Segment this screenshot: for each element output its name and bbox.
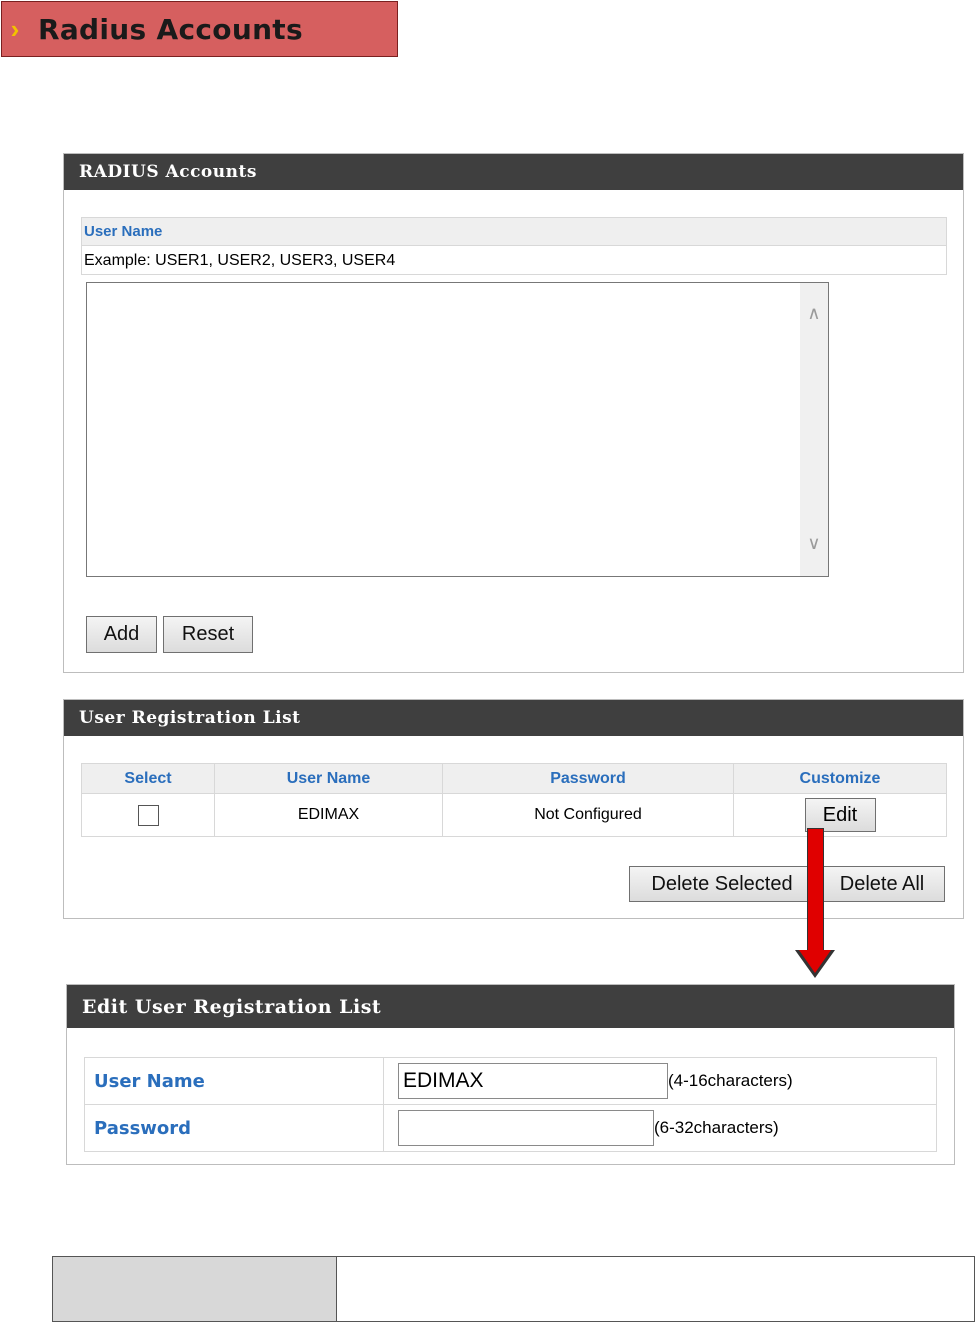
chevron-down-icon[interactable]: ∨ <box>800 533 828 554</box>
password-cell: Not Configured <box>442 793 734 837</box>
chevron-right-icon: › <box>10 13 20 44</box>
username-row: User Name EDIMAX (4-16characters) <box>84 1057 937 1105</box>
arrow-down-icon <box>807 828 824 952</box>
password-input[interactable] <box>398 1110 654 1146</box>
column-user-name: User Name <box>214 763 443 794</box>
registration-table: Select User Name Password Customize EDIM… <box>81 763 947 837</box>
edit-form-table: User Name EDIMAX (4-16characters) Passwor… <box>84 1057 937 1152</box>
table-header-row: Select User Name Password Customize <box>81 763 947 794</box>
username-label: User Name <box>84 1057 384 1105</box>
description-label-cell <box>53 1257 337 1321</box>
description-table <box>52 1256 975 1322</box>
username-hint: (4-16characters) <box>668 1071 793 1090</box>
select-cell <box>81 793 215 837</box>
edit-button[interactable]: Edit <box>804 798 876 832</box>
user-name-cell: EDIMAX <box>214 793 443 837</box>
textarea-scrollbar[interactable]: ∧ ∨ <box>800 283 828 576</box>
password-row: Password (6-32characters) <box>84 1104 937 1152</box>
panel-title: RADIUS Accounts <box>64 154 963 190</box>
arrow-head-fill <box>799 950 831 973</box>
description-value-cell <box>337 1257 974 1321</box>
password-hint: (6-32characters) <box>654 1118 779 1137</box>
panel-title: Edit User Registration List <box>67 985 954 1028</box>
panel-title: User Registration List <box>64 700 963 736</box>
chevron-up-icon[interactable]: ∧ <box>800 303 828 324</box>
usernames-textarea[interactable]: ∧ ∨ <box>86 282 829 577</box>
customize-cell: Edit <box>733 793 947 837</box>
username-header: User Name <box>82 218 946 246</box>
password-label: Password <box>84 1104 384 1152</box>
username-info-box: User Name Example: USER1, USER2, USER3, … <box>81 217 947 275</box>
edit-user-registration-panel: Edit User Registration List User Name ED… <box>66 984 955 1165</box>
username-value-cell: EDIMAX (4-16characters) <box>383 1057 937 1105</box>
column-select: Select <box>81 763 215 794</box>
user-registration-list-panel: User Registration List Select User Name … <box>63 699 964 919</box>
password-value-cell: (6-32characters) <box>383 1104 937 1152</box>
username-example: Example: USER1, USER2, USER3, USER4 <box>84 252 396 269</box>
radius-accounts-panel: RADIUS Accounts User Name Example: USER1… <box>63 153 964 673</box>
banner-title: Radius Accounts <box>38 12 303 46</box>
delete-selected-button[interactable]: Delete Selected <box>629 866 815 902</box>
add-button[interactable]: Add <box>86 616 157 653</box>
column-customize: Customize <box>733 763 947 794</box>
username-input[interactable]: EDIMAX <box>398 1063 668 1099</box>
section-banner: › Radius Accounts <box>1 1 398 57</box>
column-password: Password <box>442 763 734 794</box>
select-checkbox[interactable] <box>137 804 159 826</box>
delete-all-button[interactable]: Delete All <box>819 866 945 902</box>
reset-button[interactable]: Reset <box>163 616 253 653</box>
